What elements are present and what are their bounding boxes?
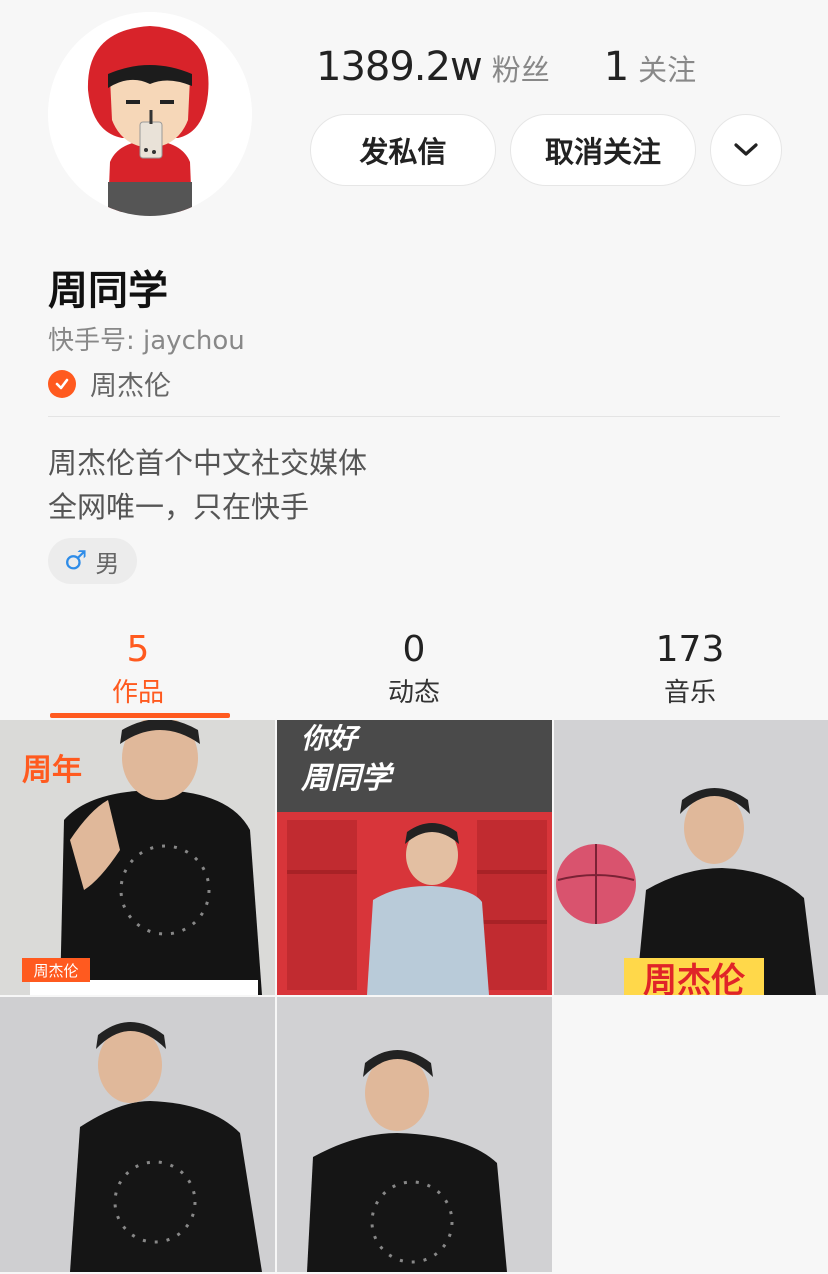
video-overlay-text: 周杰伦 bbox=[643, 961, 746, 995]
verified-row: 周杰伦 bbox=[48, 364, 171, 403]
gender-label: 男 bbox=[95, 549, 120, 578]
following-label[interactable]: 关注 bbox=[638, 47, 696, 89]
video-overlay-text-2: 周同学 bbox=[300, 761, 395, 796]
tab-music-label: 音乐 bbox=[663, 678, 716, 708]
tab-works-count: 5 bbox=[126, 629, 150, 670]
following-count[interactable]: 1 bbox=[604, 44, 629, 90]
tab-moments[interactable]: 0 动态 bbox=[276, 626, 552, 712]
verified-check-icon bbox=[48, 369, 76, 398]
kuaishou-id: 快手号: jaychou bbox=[48, 326, 245, 356]
male-icon: ♂ bbox=[64, 546, 88, 576]
profile-page: 1389.2w 粉丝 1 关注 发私信 取消关注 周同学 快手号: jaycho… bbox=[0, 0, 828, 1274]
video-thumbnail[interactable]: 你好 周同学 bbox=[277, 720, 552, 995]
more-options-button[interactable] bbox=[710, 114, 782, 186]
video-overlay-text: 周年 bbox=[22, 753, 82, 788]
verified-name: 周杰伦 bbox=[90, 371, 171, 402]
tab-music-count: 173 bbox=[655, 629, 725, 670]
tab-moments-label: 动态 bbox=[387, 678, 440, 708]
divider bbox=[48, 416, 780, 417]
active-tab-indicator bbox=[50, 713, 230, 718]
send-message-button[interactable]: 发私信 bbox=[310, 114, 496, 186]
tab-moments-count: 0 bbox=[402, 629, 426, 670]
profile-name: 周同学 bbox=[48, 268, 168, 314]
video-tag: 周杰伦 bbox=[33, 962, 78, 980]
video-thumbnail[interactable] bbox=[277, 997, 552, 1272]
bio-line-1: 周杰伦首个中文社交媒体 bbox=[48, 446, 368, 480]
bio-line-2: 全网唯一，只在快手 bbox=[48, 490, 310, 524]
unfollow-button[interactable]: 取消关注 bbox=[510, 114, 696, 186]
followers-label[interactable]: 粉丝 bbox=[492, 47, 550, 89]
video-thumbnail[interactable]: 周杰伦 bbox=[554, 720, 828, 995]
tab-works-label: 作品 bbox=[111, 678, 164, 708]
gender-tag: ♂ 男 bbox=[48, 538, 138, 584]
video-overlay-text: 你好 bbox=[301, 722, 361, 755]
chevron-down-icon bbox=[734, 143, 758, 156]
video-thumbnail[interactable] bbox=[0, 997, 275, 1272]
content-tabs: 5 作品 0 动态 173 音乐 bbox=[0, 626, 828, 718]
stats-row: 1389.2w 粉丝 1 关注 bbox=[316, 44, 696, 90]
tab-works[interactable]: 5 作品 bbox=[0, 626, 276, 712]
avatar[interactable] bbox=[48, 12, 252, 216]
followers-count[interactable]: 1389.2w bbox=[316, 44, 483, 90]
tab-music[interactable]: 173 音乐 bbox=[552, 626, 828, 712]
video-thumbnail[interactable]: 周杰伦 周年 bbox=[0, 720, 275, 995]
